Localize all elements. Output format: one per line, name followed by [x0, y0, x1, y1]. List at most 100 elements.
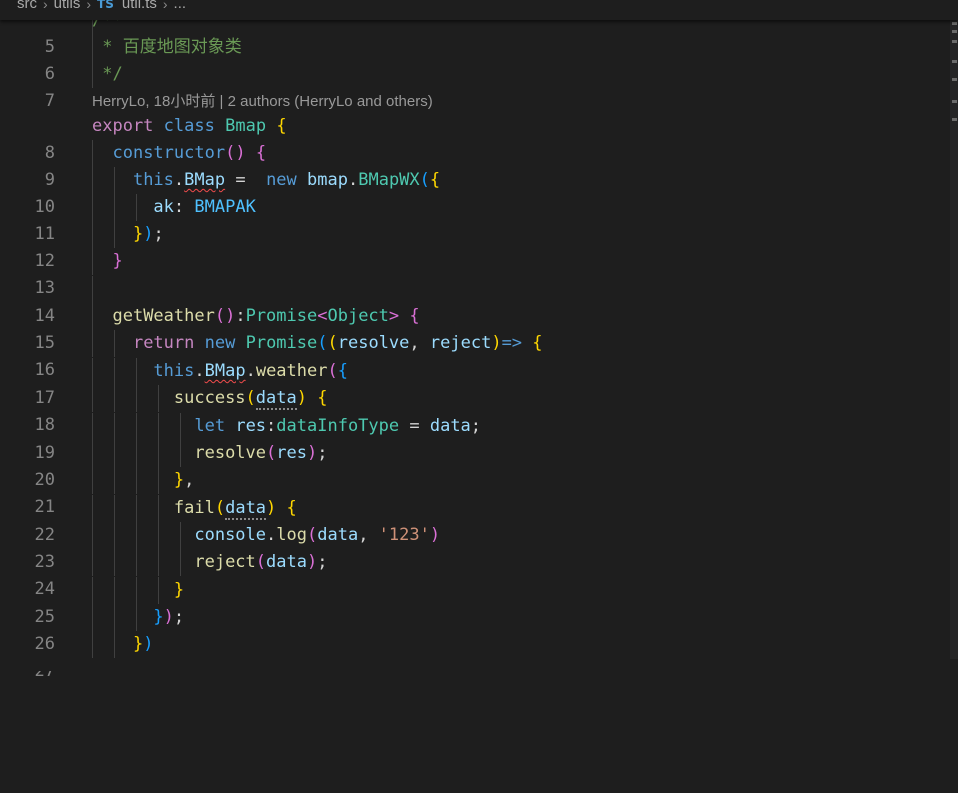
chevron-right-icon: ›	[162, 0, 168, 12]
keyword-token: export	[92, 116, 154, 136]
keyword-token: class	[163, 116, 215, 136]
parameter-token-hint[interactable]: data	[255, 388, 297, 410]
variable-token: data	[317, 525, 359, 545]
code-line[interactable]: 19 let res:dataInfoType = data;	[0, 413, 950, 463]
code-line[interactable]: 25 }	[0, 577, 950, 627]
code-line[interactable]: 11 ak: BMAPAK	[0, 194, 950, 244]
indent-guide	[92, 276, 93, 303]
code-line[interactable]: 24 reject(data);	[0, 549, 950, 599]
constant-token: BMAPAK	[194, 197, 256, 217]
bracket-token: {	[532, 333, 543, 353]
parameter-token: resolve	[337, 333, 410, 353]
bracket-token: }	[173, 470, 185, 490]
keyword-token: new	[266, 170, 297, 190]
code-line[interactable]: 18 success(data) {	[0, 385, 950, 435]
bracket-token: }	[112, 251, 123, 271]
function-token: fail	[173, 498, 215, 518]
this-token: this	[153, 361, 195, 381]
scroll-marker	[952, 118, 957, 121]
bracket-token: {	[317, 388, 328, 408]
this-token: this	[132, 170, 174, 190]
property-key-token: ak	[153, 197, 174, 217]
breadcrumb-item-file[interactable]: util.ts	[122, 0, 157, 12]
vertical-scrollbar[interactable]	[950, 0, 958, 671]
bracket-token: {	[337, 361, 348, 381]
arrow-token: =>	[501, 333, 523, 353]
bracket-token: ()	[225, 143, 246, 163]
function-token: weather	[255, 361, 328, 381]
variable-token: data	[429, 416, 471, 436]
function-token: reject	[194, 552, 256, 572]
horizontal-scroll-area	[0, 659, 958, 671]
code-line[interactable]: 27 })	[0, 631, 950, 681]
code-line[interactable]: 13 }	[0, 248, 950, 298]
bracket-token: }	[173, 580, 185, 600]
function-token: success	[173, 388, 246, 408]
type-token: Promise	[245, 306, 318, 326]
bracket-token: (	[419, 170, 430, 190]
function-token: resolve	[194, 443, 267, 463]
scroll-marker	[952, 78, 957, 81]
keyword-token: return	[132, 333, 195, 353]
type-token: dataInfoType	[276, 416, 400, 436]
class-name-token: BMapWX	[358, 170, 420, 190]
line-number: 7	[44, 91, 55, 111]
breadcrumb: src › utils › TS util.ts › ...	[0, 0, 958, 20]
code-line[interactable]: 26 });	[0, 604, 950, 654]
variable-token: res	[235, 416, 267, 436]
breadcrumb-item-src[interactable]: src	[17, 0, 37, 12]
code-line[interactable]: 9 constructor() {	[0, 140, 950, 190]
keyword-token: new	[204, 333, 236, 353]
code-line[interactable]: 17 this.BMap.weather({	[0, 358, 950, 408]
variable-token: res	[276, 443, 307, 463]
code-line[interactable]: 10 this.BMap = new bmap.BMapWX({	[0, 167, 950, 217]
type-token: Object	[327, 306, 389, 326]
code-line[interactable]: 22 fail(data) {	[0, 495, 950, 545]
bracket-token: }	[132, 634, 144, 654]
keyword-token: let	[194, 416, 226, 436]
breadcrumb-item-utils[interactable]: utils	[54, 0, 81, 12]
scroll-marker	[952, 100, 957, 103]
git-blame-codelens[interactable]: HerryLo, 18小时前 | 2 authors (HerryLo and …	[92, 88, 433, 115]
bracket-token: {	[255, 143, 267, 163]
parameter-token: reject	[429, 333, 492, 353]
code-line[interactable]: 7 */	[0, 61, 950, 111]
chevron-right-icon: ›	[43, 0, 48, 12]
scroll-marker	[952, 40, 957, 43]
bracket-token: )	[143, 224, 154, 244]
code-line[interactable]: 16 return new Promise((resolve, reject)=…	[0, 330, 950, 380]
code-line[interactable]: 14	[0, 276, 950, 326]
code-line[interactable]: 23 console.log(data, '123')	[0, 522, 950, 572]
function-token: getWeather	[112, 306, 215, 326]
code-editor[interactable]: 5 /** 6 * 百度地图对象类 7 */ HerryLo, 18小时前 | …	[0, 0, 950, 681]
code-line[interactable]: 12 });	[0, 221, 950, 271]
breadcrumb-item-symbol[interactable]: ...	[174, 0, 187, 12]
bracket-token: {	[409, 306, 420, 326]
bracket-token: {	[286, 498, 297, 518]
comment-text: */	[92, 64, 123, 84]
function-token: log	[276, 525, 307, 545]
function-token: constructor	[112, 143, 226, 163]
typescript-file-icon: TS	[97, 0, 114, 11]
class-name-token: Promise	[245, 333, 318, 353]
scroll-marker	[952, 22, 957, 25]
property-token-error[interactable]: BMap	[184, 170, 225, 190]
property-token-error[interactable]: BMap	[205, 361, 246, 381]
code-line[interactable]: 21 },	[0, 467, 950, 517]
chevron-right-icon: ›	[86, 0, 92, 12]
code-line[interactable]: 15 getWeather():Promise<Object> {	[0, 303, 950, 353]
code-line[interactable]: 8 export class Bmap {	[0, 113, 950, 163]
scroll-marker	[952, 60, 957, 63]
bracket-token: }	[132, 224, 144, 244]
variable-token: data	[266, 552, 307, 572]
scroll-marker	[952, 30, 957, 33]
parameter-token-hint[interactable]: data	[225, 498, 267, 520]
variable-token: bmap	[307, 170, 348, 190]
bracket-token: ()	[214, 306, 236, 326]
variable-token: console	[194, 525, 267, 545]
comment-text: * 百度地图对象类	[92, 37, 242, 57]
code-line[interactable]: 6 * 百度地图对象类	[0, 34, 950, 84]
bracket-token: {	[276, 116, 287, 136]
bracket-token: }	[153, 607, 164, 627]
code-line[interactable]: 20 resolve(res);	[0, 440, 950, 490]
